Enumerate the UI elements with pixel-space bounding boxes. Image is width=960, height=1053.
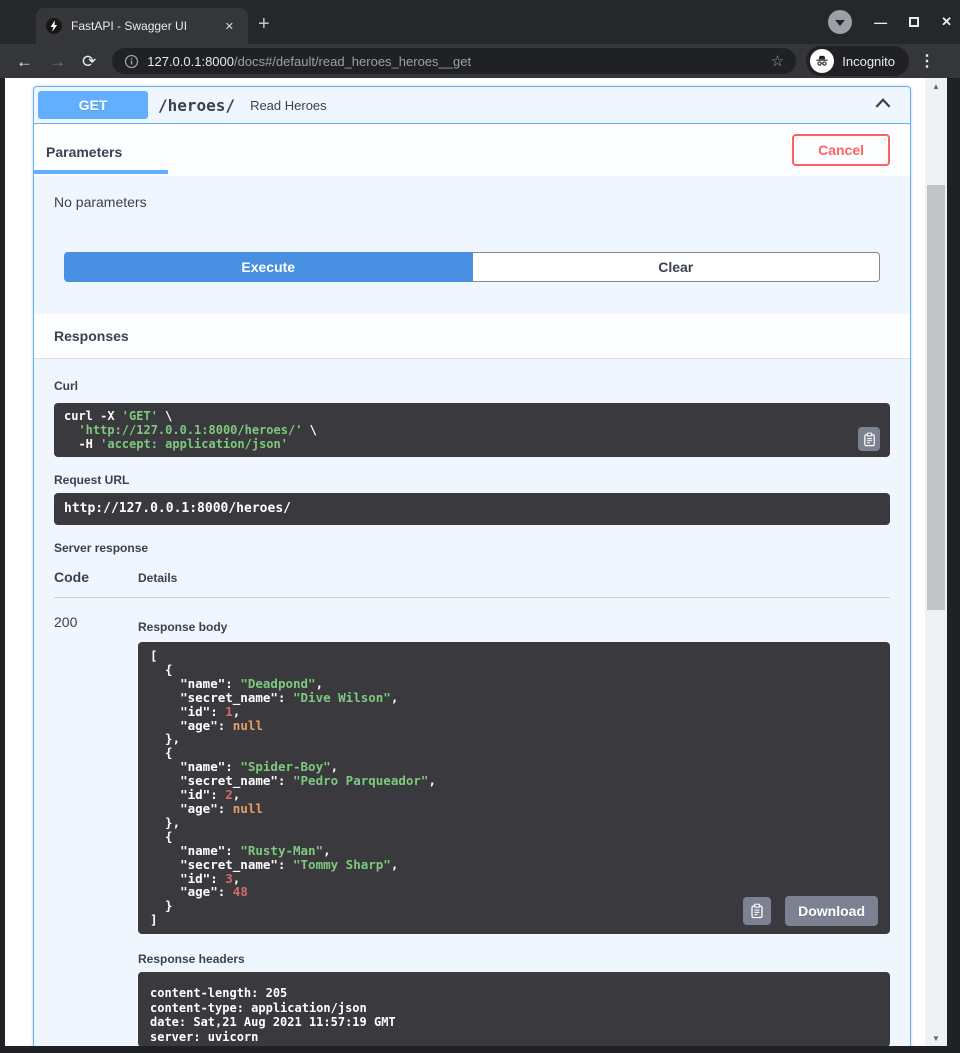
minimize-button[interactable]: — (874, 15, 887, 30)
operation-summary[interactable]: GET /heroes/ Read Heroes (34, 87, 910, 124)
browser-menu-circle-icon[interactable] (828, 10, 852, 34)
url-host: 127.0.0.1:8000 (147, 54, 234, 69)
browser-titlebar: FastAPI - Swagger UI ✕ + — ✕ (0, 0, 960, 44)
code-column-header: Code (54, 569, 138, 585)
browser-kebab-menu-icon[interactable]: ⋮ (919, 51, 935, 71)
response-row: 200 Response body [ { "name": "Deadpond"… (54, 598, 890, 1046)
execute-button[interactable]: Execute (64, 252, 473, 282)
response-headers-label: Response headers (138, 952, 890, 966)
response-body-code: [ { "name": "Deadpond", "secret_name": "… (138, 642, 890, 934)
response-body-label: Response body (138, 620, 890, 634)
fastapi-favicon-icon (46, 18, 62, 34)
back-button[interactable]: ← (16, 53, 33, 70)
responses-inner: Curl curl -X 'GET' \ 'http://127.0.0.1:8… (34, 359, 910, 1046)
url-bar[interactable]: 127.0.0.1:8000/docs#/default/read_heroes… (112, 48, 796, 74)
operation-path: /heroes/ (158, 96, 235, 115)
operation-description: Read Heroes (250, 98, 872, 113)
swagger-page: GET /heroes/ Read Heroes Parameters Canc… (5, 78, 925, 1046)
copy-response-button[interactable] (743, 897, 771, 925)
window-close-button[interactable]: ✕ (941, 14, 952, 30)
forward-button: → (49, 53, 66, 70)
tab-close-icon[interactable]: ✕ (221, 18, 238, 35)
download-button[interactable]: Download (785, 896, 878, 926)
incognito-icon (810, 49, 834, 73)
response-table-header: Code Details (54, 569, 890, 598)
curl-label: Curl (54, 379, 890, 393)
scroll-up-icon[interactable]: ▲ (925, 78, 947, 94)
bookmark-star-icon[interactable]: ☆ (771, 52, 784, 70)
url-text[interactable]: 127.0.0.1:8000/docs#/default/read_heroes… (147, 54, 771, 69)
maximize-button[interactable] (909, 15, 919, 30)
browser-toolbar: ← → ⟳ 127.0.0.1:8000/docs#/default/read_… (0, 44, 960, 78)
opblock-get-heroes: GET /heroes/ Read Heroes Parameters Canc… (33, 86, 911, 1046)
tab-title: FastAPI - Swagger UI (71, 19, 221, 33)
scrollbar-thumb[interactable] (927, 185, 945, 610)
collapse-chevron-icon[interactable] (872, 92, 894, 119)
browser-tab[interactable]: FastAPI - Swagger UI ✕ (36, 8, 248, 44)
cancel-button[interactable]: Cancel (792, 134, 890, 166)
scroll-down-icon[interactable]: ▼ (925, 1030, 947, 1046)
responses-section-header: Responses (34, 314, 910, 359)
site-info-icon[interactable] (124, 54, 139, 69)
tab-parameters[interactable]: Parameters (34, 127, 168, 174)
copy-curl-button[interactable] (858, 427, 880, 451)
responses-title: Responses (54, 328, 890, 344)
details-column-header: Details (138, 571, 177, 585)
curl-code: curl -X 'GET' \ 'http://127.0.0.1:8000/h… (54, 403, 890, 457)
server-response-label: Server response (54, 541, 890, 555)
reload-button[interactable]: ⟳ (82, 53, 96, 70)
no-parameters-text: No parameters (54, 194, 880, 210)
url-path: /docs#/default/read_heroes_heroes__get (234, 54, 471, 69)
new-tab-button[interactable]: + (258, 14, 270, 34)
request-url-value: http://127.0.0.1:8000/heroes/ (54, 493, 890, 525)
incognito-label: Incognito (842, 54, 895, 69)
parameters-header: Parameters Cancel (34, 124, 910, 176)
incognito-badge: Incognito (806, 46, 909, 76)
method-badge: GET (38, 91, 148, 119)
request-url-label: Request URL (54, 473, 890, 487)
clear-button[interactable]: Clear (473, 252, 881, 282)
parameters-body: No parameters Execute Clear (34, 176, 910, 314)
page-scrollbar[interactable]: ▲ ▼ (925, 78, 947, 1046)
response-headers-code: content-length: 205 content-type: applic… (138, 972, 890, 1046)
status-code: 200 (54, 614, 138, 1046)
